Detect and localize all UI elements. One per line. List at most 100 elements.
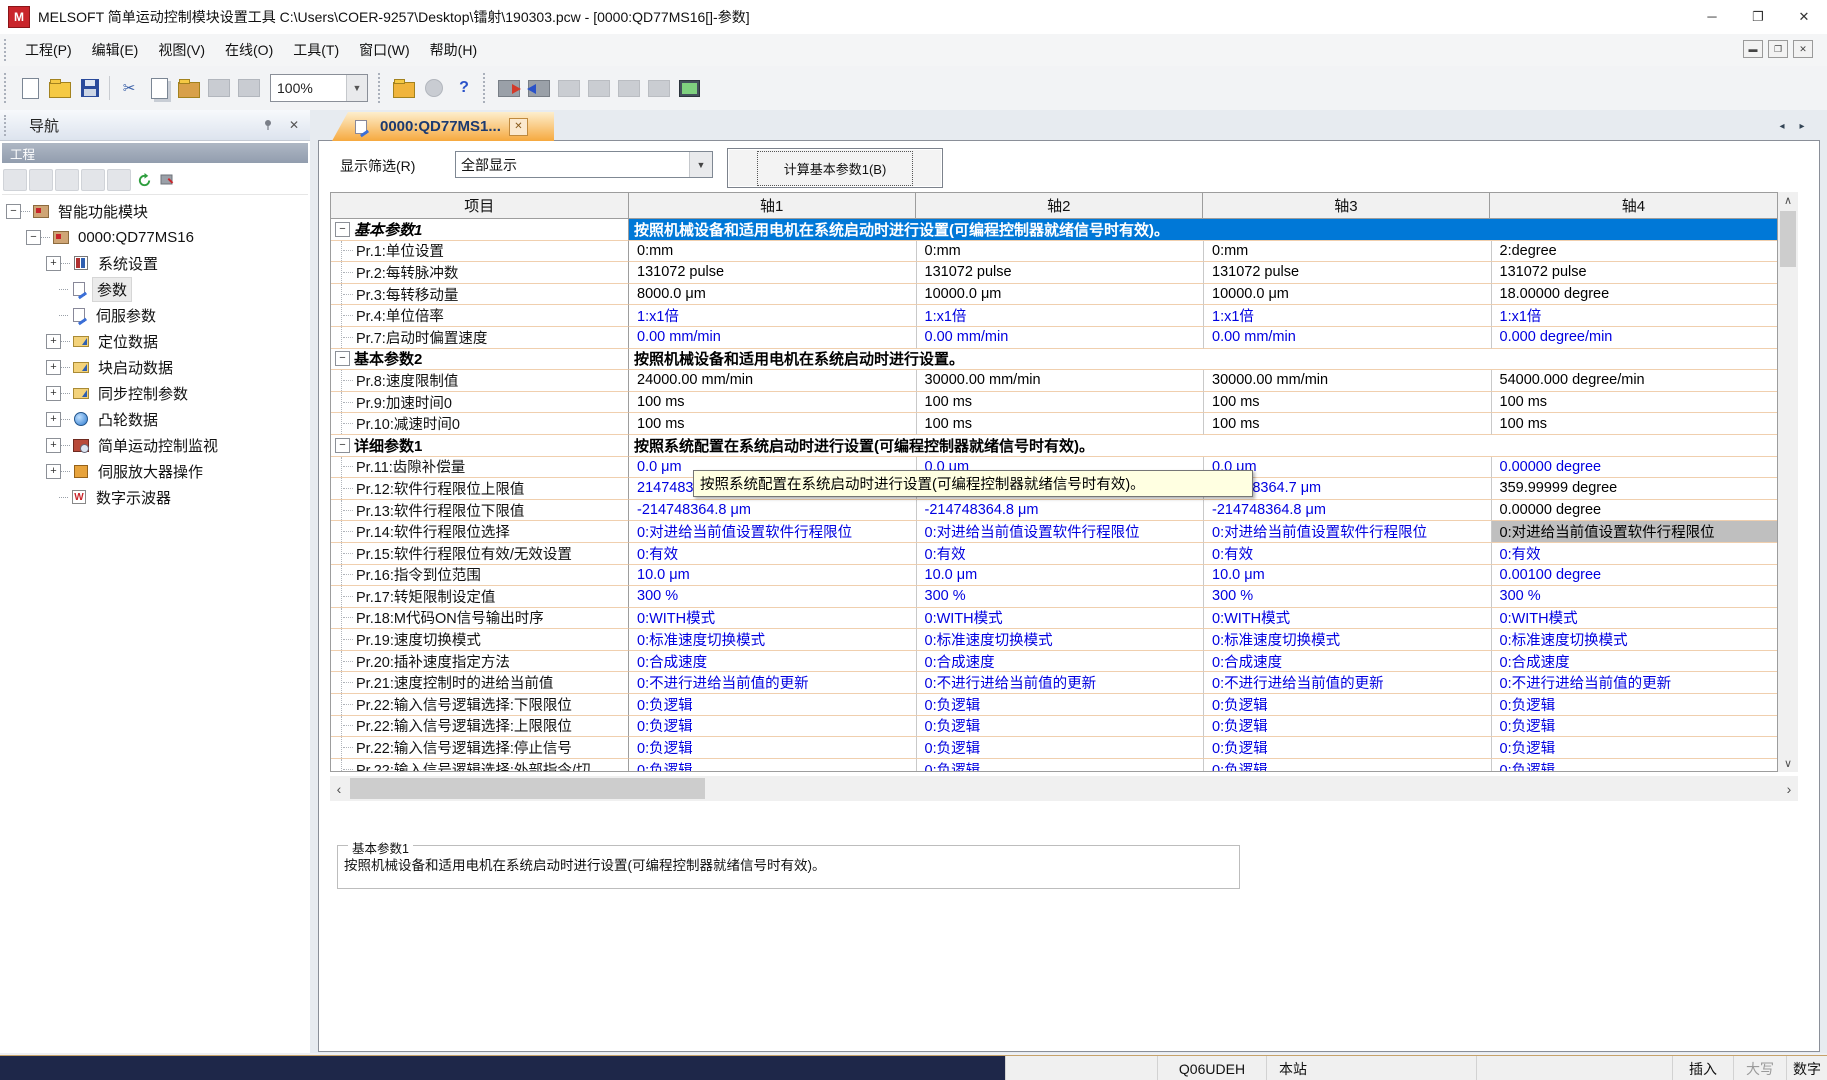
value-cell[interactable]: 30000.00 mm/min: [1204, 370, 1492, 392]
value-cell[interactable]: 0:负逻辑: [629, 737, 917, 759]
value-cell[interactable]: 0.00000 degree: [1492, 500, 1779, 522]
tab-scroll-right-icon[interactable]: ▸: [1795, 118, 1809, 134]
value-cell[interactable]: 10.0 μm: [917, 565, 1205, 587]
refresh-icon[interactable]: [133, 170, 155, 190]
pin-icon[interactable]: [258, 115, 278, 135]
module-edit-icon[interactable]: [157, 170, 179, 190]
value-cell[interactable]: 0:mm: [629, 241, 917, 263]
calc-basic-params-button[interactable]: 计算基本参数1(B): [727, 148, 943, 188]
value-cell[interactable]: 0:有效: [917, 543, 1205, 565]
value-cell[interactable]: 0:负逻辑: [917, 737, 1205, 759]
nav-close-icon[interactable]: ✕: [284, 115, 304, 135]
value-cell[interactable]: 0:有效: [629, 543, 917, 565]
expand-icon[interactable]: +: [46, 360, 61, 375]
menu-item[interactable]: 视图(V): [148, 36, 215, 64]
value-cell[interactable]: 0:mm: [917, 241, 1205, 263]
value-cell[interactable]: 30000.00 mm/min: [917, 370, 1205, 392]
value-cell[interactable]: 0:不进行进给当前值的更新: [1492, 672, 1779, 694]
value-cell[interactable]: 0:合成速度: [1492, 651, 1779, 673]
value-cell[interactable]: 0:WITH模式: [1492, 608, 1779, 630]
value-cell[interactable]: 300 %: [1492, 586, 1779, 608]
value-cell[interactable]: 0:负逻辑: [629, 759, 917, 772]
value-cell[interactable]: 0:对进给当前值设置软件行程限位: [629, 521, 917, 543]
value-cell[interactable]: 100 ms: [1204, 413, 1492, 435]
scroll-down-icon[interactable]: ∨: [1778, 755, 1798, 772]
tree-item[interactable]: W数字示波器: [0, 484, 310, 510]
vertical-scrollbar[interactable]: ∧ ∨: [1778, 192, 1798, 772]
value-cell[interactable]: 300 %: [629, 586, 917, 608]
value-cell[interactable]: 0:对进给当前值设置软件行程限位: [1492, 521, 1779, 543]
value-cell[interactable]: 10.0 μm: [1204, 565, 1492, 587]
new-project-icon[interactable]: [16, 74, 44, 102]
expand-icon[interactable]: +: [46, 464, 61, 479]
zoom-select[interactable]: 100% ▼: [270, 74, 368, 102]
value-cell[interactable]: 0:负逻辑: [1492, 694, 1779, 716]
write-to-module-icon[interactable]: [495, 74, 523, 102]
value-cell[interactable]: 131072 pulse: [917, 262, 1205, 284]
value-cell[interactable]: 100 ms: [629, 413, 917, 435]
value-cell[interactable]: 8000.0 μm: [629, 284, 917, 306]
value-cell[interactable]: 100 ms: [1492, 392, 1779, 414]
scroll-left-icon[interactable]: ‹: [330, 776, 348, 801]
tree-item[interactable]: +系统设置: [0, 250, 310, 276]
value-cell[interactable]: 0:mm: [1204, 241, 1492, 263]
collapse-icon[interactable]: −: [335, 351, 350, 366]
value-cell[interactable]: 0:负逻辑: [917, 759, 1205, 772]
menu-item[interactable]: 工程(P): [15, 36, 82, 64]
value-cell[interactable]: -214748364.8 μm: [1204, 500, 1492, 522]
value-cell[interactable]: 100 ms: [1204, 392, 1492, 414]
tab-scroll-left-icon[interactable]: ◂: [1775, 118, 1789, 134]
value-cell[interactable]: 0:不进行进给当前值的更新: [1204, 672, 1492, 694]
collapse-icon[interactable]: −: [335, 438, 350, 453]
value-cell[interactable]: 10000.0 μm: [1204, 284, 1492, 306]
value-cell[interactable]: 0:标准速度切换模式: [629, 629, 917, 651]
mdi-minimize-button[interactable]: ▬: [1743, 40, 1763, 58]
expand-icon[interactable]: +: [46, 256, 61, 271]
value-cell[interactable]: 0:WITH模式: [917, 608, 1205, 630]
value-cell[interactable]: 100 ms: [1492, 413, 1779, 435]
expand-icon[interactable]: +: [46, 412, 61, 427]
display-filter-select[interactable]: 全部显示 ▼: [455, 151, 713, 178]
tab-close-icon[interactable]: ✕: [509, 118, 528, 136]
value-cell[interactable]: 359.99999 degree: [1492, 478, 1779, 500]
cut-icon[interactable]: ✂: [115, 74, 143, 102]
scroll-up-icon[interactable]: ∧: [1778, 192, 1798, 209]
value-cell[interactable]: 0:WITH模式: [1204, 608, 1492, 630]
value-cell[interactable]: 131072 pulse: [1204, 262, 1492, 284]
value-cell[interactable]: 1:x1倍: [629, 305, 917, 327]
read-from-module-icon[interactable]: [525, 74, 553, 102]
horizontal-scrollbar[interactable]: ‹ ›: [330, 776, 1798, 801]
collapse-icon[interactable]: −: [6, 204, 21, 219]
zoom-dropdown-arrow[interactable]: ▼: [346, 75, 367, 101]
value-cell[interactable]: 0:对进给当前值设置软件行程限位: [917, 521, 1205, 543]
tree-item[interactable]: +伺服放大器操作: [0, 458, 310, 484]
value-cell[interactable]: 0:负逻辑: [1492, 759, 1779, 772]
mdi-close-button[interactable]: ✕: [1793, 40, 1813, 58]
value-cell[interactable]: 0:标准速度切换模式: [1492, 629, 1779, 651]
document-tab[interactable]: 0000:QD77MS1... ✕: [332, 112, 554, 141]
open-project-icon[interactable]: [46, 74, 74, 102]
column-header[interactable]: 轴4: [1490, 193, 1777, 219]
tree-item[interactable]: +凸轮数据: [0, 406, 310, 432]
expand-icon[interactable]: +: [46, 334, 61, 349]
minimize-button[interactable]: ─: [1689, 0, 1735, 33]
tree-item[interactable]: +定位数据: [0, 328, 310, 354]
value-cell[interactable]: 0.000 degree/min: [1492, 327, 1779, 349]
value-cell[interactable]: 0:合成速度: [629, 651, 917, 673]
save-project-icon[interactable]: [76, 74, 104, 102]
value-cell[interactable]: 100 ms: [917, 413, 1205, 435]
value-cell[interactable]: 2:degree: [1492, 241, 1779, 263]
value-cell[interactable]: 0:负逻辑: [1492, 737, 1779, 759]
tree-item[interactable]: 参数: [0, 276, 310, 302]
expand-icon[interactable]: +: [46, 386, 61, 401]
value-cell[interactable]: 131072 pulse: [629, 262, 917, 284]
value-cell[interactable]: 300 %: [1204, 586, 1492, 608]
value-cell[interactable]: 0.00 mm/min: [917, 327, 1205, 349]
tree-item[interactable]: +块启动数据: [0, 354, 310, 380]
value-cell[interactable]: 0:负逻辑: [917, 694, 1205, 716]
value-cell[interactable]: 0.00100 degree: [1492, 565, 1779, 587]
value-cell[interactable]: 0:合成速度: [1204, 651, 1492, 673]
value-cell[interactable]: 100 ms: [629, 392, 917, 414]
collapse-icon[interactable]: −: [26, 230, 41, 245]
module-config-icon[interactable]: [390, 74, 418, 102]
